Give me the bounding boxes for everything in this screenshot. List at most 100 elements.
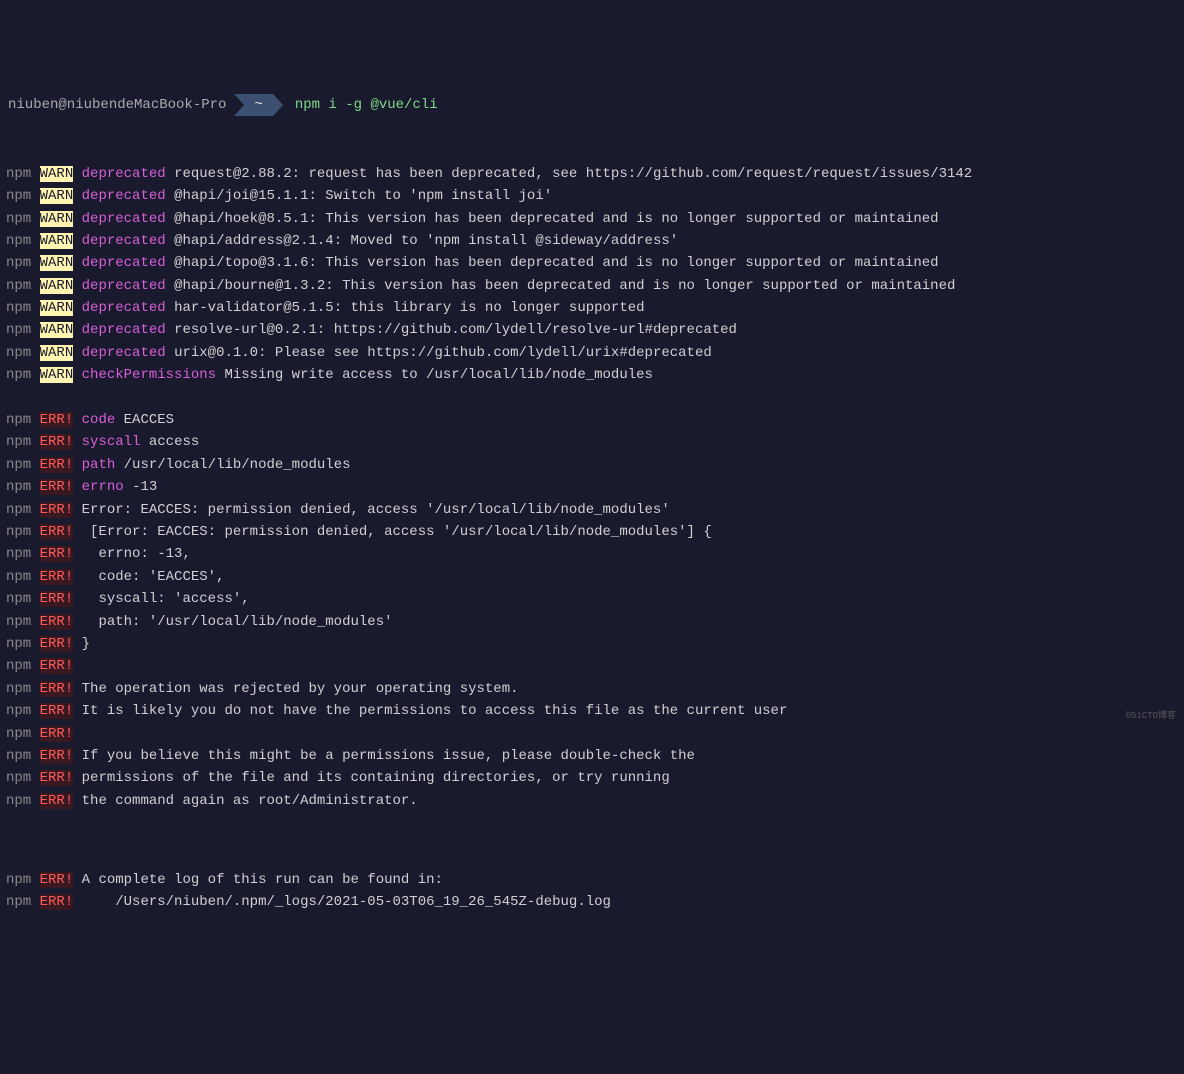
warn-tag: WARN	[40, 300, 74, 316]
warn-message: resolve-url@0.2.1: https://github.com/ly…	[174, 322, 737, 338]
npm-prefix: npm	[6, 412, 31, 428]
warn-message: @hapi/address@2.1.4: Moved to 'npm insta…	[174, 233, 678, 249]
err-label: path	[82, 457, 116, 473]
err-tag: ERR!	[40, 703, 74, 719]
err-tag: ERR!	[40, 434, 74, 450]
npm-prefix: npm	[6, 166, 31, 182]
warn-label: deprecated	[82, 255, 166, 271]
output-line: npm ERR! errno: -13,	[6, 543, 1178, 565]
output-line: npm ERR! The operation was rejected by y…	[6, 678, 1178, 700]
warn-label: deprecated	[82, 211, 166, 227]
err-tag: ERR!	[40, 748, 74, 764]
output-line: npm ERR! path /usr/local/lib/node_module…	[6, 454, 1178, 476]
output-line: npm WARN deprecated @hapi/joi@15.1.1: Sw…	[6, 185, 1178, 207]
prompt-user: niuben@niubendeMacBook-Pro	[6, 94, 234, 116]
err-message: access	[149, 434, 199, 450]
npm-prefix: npm	[6, 748, 31, 764]
output-line: npm ERR! permissions of the file and its…	[6, 767, 1178, 789]
err-message: the command again as root/Administrator.	[82, 793, 418, 809]
err-tag: ERR!	[40, 614, 74, 630]
output-line: npm ERR! If you believe this might be a …	[6, 745, 1178, 767]
npm-prefix: npm	[6, 872, 31, 888]
npm-prefix: npm	[6, 502, 31, 518]
npm-prefix: npm	[6, 524, 31, 540]
output-line: npm WARN deprecated har-validator@5.1.5:…	[6, 297, 1178, 319]
npm-prefix: npm	[6, 591, 31, 607]
err-tag: ERR!	[40, 591, 74, 607]
output-line: npm ERR! code: 'EACCES',	[6, 566, 1178, 588]
npm-prefix: npm	[6, 726, 31, 742]
npm-prefix: npm	[6, 434, 31, 450]
output-line: npm ERR! path: '/usr/local/lib/node_modu…	[6, 611, 1178, 633]
npm-prefix: npm	[6, 793, 31, 809]
output-line: npm ERR! A complete log of this run can …	[6, 869, 1178, 891]
err-tag: ERR!	[40, 658, 74, 674]
warn-tag: WARN	[40, 278, 74, 294]
err-tag: ERR!	[40, 872, 74, 888]
warn-message: @hapi/topo@3.1.6: This version has been …	[174, 255, 939, 271]
npm-prefix: npm	[6, 457, 31, 473]
err-message: errno: -13,	[82, 546, 191, 562]
err-label: errno	[82, 479, 124, 495]
npm-prefix: npm	[6, 614, 31, 630]
warn-tag: WARN	[40, 367, 74, 383]
prompt-path: ~	[244, 94, 272, 116]
err-message: [Error: EACCES: permission denied, acces…	[82, 524, 712, 540]
warn-message: @hapi/hoek@8.5.1: This version has been …	[174, 211, 939, 227]
npm-prefix: npm	[6, 255, 31, 271]
err-message: A complete log of this run can be found …	[82, 872, 443, 888]
prompt-separator-icon	[273, 94, 283, 116]
err-tag: ERR!	[40, 546, 74, 562]
err-message: permissions of the file and its containi…	[82, 770, 670, 786]
warn-tag: WARN	[40, 255, 74, 271]
npm-prefix: npm	[6, 211, 31, 227]
err-message: /Users/niuben/.npm/_logs/2021-05-03T06_1…	[82, 894, 611, 910]
warn-label: deprecated	[82, 278, 166, 294]
output-line: npm ERR! errno -13	[6, 476, 1178, 498]
err-message: It is likely you do not have the permiss…	[82, 703, 788, 719]
npm-prefix: npm	[6, 322, 31, 338]
npm-prefix: npm	[6, 681, 31, 697]
err-message: Error: EACCES: permission denied, access…	[82, 502, 670, 518]
err-tag: ERR!	[40, 479, 74, 495]
err-tag: ERR!	[40, 636, 74, 652]
output-line: npm ERR! syscall access	[6, 431, 1178, 453]
npm-prefix: npm	[6, 636, 31, 652]
error-output-footer: npm ERR! A complete log of this run can …	[6, 869, 1178, 914]
prompt-line[interactable]: niuben@niubendeMacBook-Pro ~ npm i -g @v…	[6, 94, 1178, 116]
output-line: npm ERR!	[6, 655, 1178, 677]
output-line: npm WARN deprecated @hapi/bourne@1.3.2: …	[6, 275, 1178, 297]
output-line: npm ERR! [Error: EACCES: permission deni…	[6, 521, 1178, 543]
err-tag: ERR!	[40, 770, 74, 786]
prompt-command: npm i -g @vue/cli	[283, 94, 438, 116]
warn-label: deprecated	[82, 188, 166, 204]
output-line: npm ERR! code EACCES	[6, 409, 1178, 431]
output-line: npm ERR! the command again as root/Admin…	[6, 790, 1178, 812]
warn-output: npm WARN deprecated request@2.88.2: requ…	[6, 163, 1178, 387]
warn-tag: WARN	[40, 233, 74, 249]
npm-prefix: npm	[6, 233, 31, 249]
npm-prefix: npm	[6, 300, 31, 316]
warn-tag: WARN	[40, 166, 74, 182]
output-line: npm WARN deprecated urix@0.1.0: Please s…	[6, 342, 1178, 364]
err-message: syscall: 'access',	[82, 591, 250, 607]
watermark: ©51CTO博客	[1126, 709, 1176, 723]
err-tag: ERR!	[40, 569, 74, 585]
prompt-separator-icon	[234, 94, 244, 116]
npm-prefix: npm	[6, 479, 31, 495]
err-message: code: 'EACCES',	[82, 569, 225, 585]
err-message: If you believe this might be a permissio…	[82, 748, 695, 764]
warn-label: deprecated	[82, 300, 166, 316]
output-line: npm WARN checkPermissions Missing write …	[6, 364, 1178, 386]
err-tag: ERR!	[40, 502, 74, 518]
output-line: npm ERR!	[6, 723, 1178, 745]
npm-prefix: npm	[6, 894, 31, 910]
err-tag: ERR!	[40, 412, 74, 428]
warn-label: checkPermissions	[82, 367, 216, 383]
err-tag: ERR!	[40, 793, 74, 809]
npm-prefix: npm	[6, 546, 31, 562]
warn-label: deprecated	[82, 345, 166, 361]
err-tag: ERR!	[40, 726, 74, 742]
npm-prefix: npm	[6, 188, 31, 204]
err-tag: ERR!	[40, 524, 74, 540]
